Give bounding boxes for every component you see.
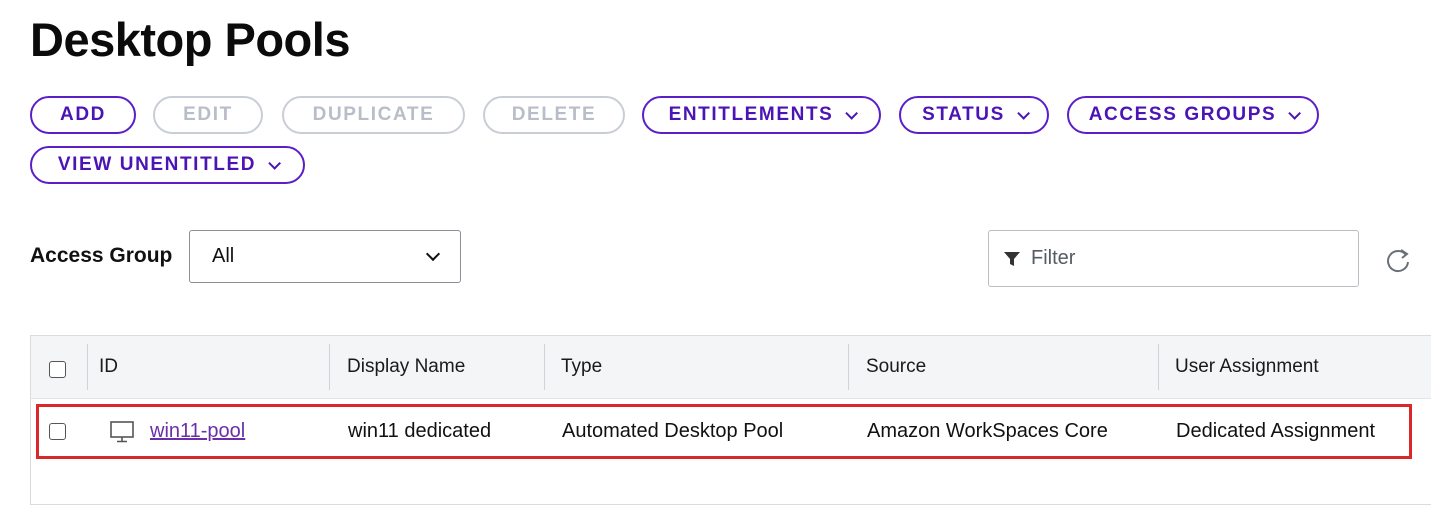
add-button[interactable]: ADD <box>30 96 136 134</box>
row-checkbox[interactable] <box>49 423 66 440</box>
access-groups-button[interactable]: ACCESS GROUPS <box>1067 96 1319 134</box>
table-row[interactable]: win11-pool win11 dedicated Automated Des… <box>36 404 1412 459</box>
filter-placeholder: Filter <box>1031 247 1076 269</box>
monitor-icon <box>110 421 134 443</box>
refresh-icon[interactable] <box>1384 246 1412 274</box>
access-group-select[interactable]: All <box>189 230 461 283</box>
chevron-down-icon <box>1017 106 1030 120</box>
column-divider <box>848 344 849 390</box>
table-header: ID Display Name Type Source User Assignm… <box>31 336 1431 399</box>
column-header-id[interactable]: ID <box>99 356 118 378</box>
column-header-type[interactable]: Type <box>561 356 602 378</box>
pool-id-link[interactable]: win11-pool <box>150 420 245 443</box>
delete-button-label: DELETE <box>511 104 597 125</box>
view-unentitled-button[interactable]: VIEW UNENTITLED <box>30 146 305 184</box>
chevron-down-icon <box>1288 106 1302 120</box>
chevron-down-icon <box>268 156 282 170</box>
column-header-display-name[interactable]: Display Name <box>347 356 465 378</box>
filter-input[interactable]: Filter <box>988 230 1359 287</box>
delete-button[interactable]: DELETE <box>483 96 625 134</box>
duplicate-button[interactable]: DUPLICATE <box>282 96 465 134</box>
column-divider <box>329 344 330 390</box>
view-unentitled-button-label: VIEW UNENTITLED <box>57 154 257 175</box>
page-title: Desktop Pools <box>30 13 350 66</box>
user-assignment-cell: Dedicated Assignment <box>1176 420 1376 442</box>
chevron-down-icon <box>425 246 441 262</box>
edit-button[interactable]: EDIT <box>153 96 263 134</box>
source-cell: Amazon WorkSpaces Core <box>867 420 1108 442</box>
column-divider <box>87 344 88 390</box>
filter-icon <box>1004 251 1020 266</box>
duplicate-button-label: DUPLICATE <box>312 104 435 125</box>
access-group-selected-value: All <box>212 245 235 267</box>
add-button-label: ADD <box>60 104 106 125</box>
column-divider <box>544 344 545 390</box>
display-name-cell: win11 dedicated <box>348 420 492 442</box>
edit-button-label: EDIT <box>183 104 233 125</box>
select-all-checkbox[interactable] <box>49 361 66 378</box>
column-header-user-assignment[interactable]: User Assignment <box>1175 356 1319 378</box>
column-header-source[interactable]: Source <box>866 356 926 378</box>
type-cell: Automated Desktop Pool <box>562 420 784 442</box>
status-button-label: STATUS <box>922 104 1005 125</box>
entitlements-button[interactable]: ENTITLEMENTS <box>642 96 881 134</box>
access-group-label: Access Group <box>30 244 173 267</box>
status-button[interactable]: STATUS <box>899 96 1049 134</box>
desktop-pools-table: ID Display Name Type Source User Assignm… <box>30 335 1431 505</box>
column-divider <box>1158 344 1159 390</box>
entitlements-button-label: ENTITLEMENTS <box>668 104 834 125</box>
chevron-down-icon <box>845 106 859 120</box>
access-groups-button-label: ACCESS GROUPS <box>1088 104 1277 125</box>
